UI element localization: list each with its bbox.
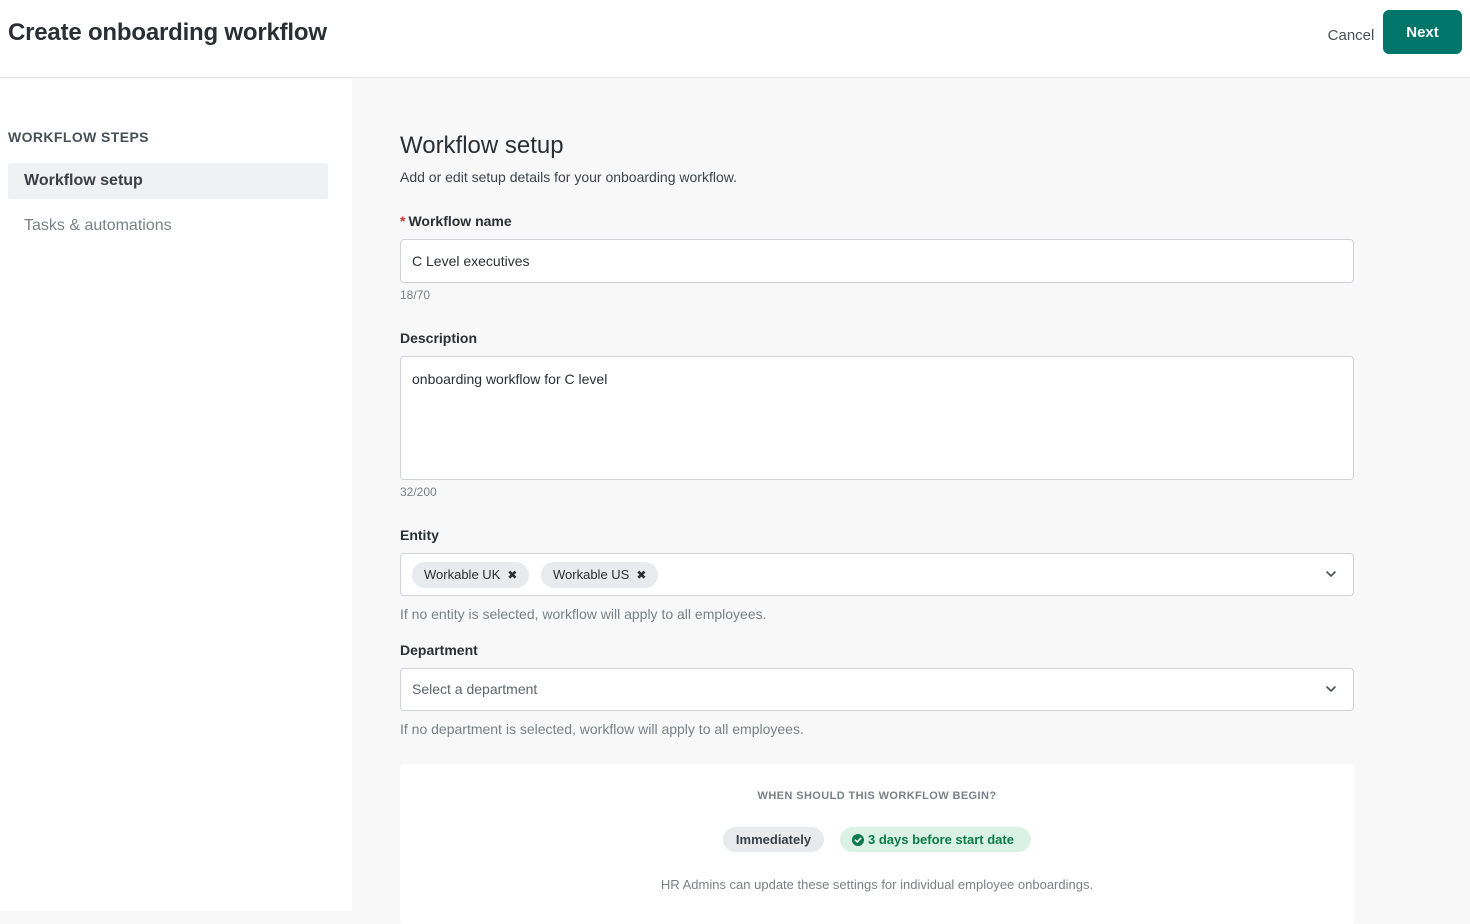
timing-heading: WHEN SHOULD THIS WORKFLOW BEGIN?	[757, 790, 997, 802]
description-counter: 32/200	[400, 485, 437, 499]
timing-option-immediately[interactable]: Immediately	[723, 827, 824, 852]
section-subtitle: Add or edit setup details for your onboa…	[400, 169, 737, 185]
workflow-steps-sidebar: WORKFLOW STEPS Workflow setup Tasks & au…	[0, 79, 352, 911]
close-icon[interactable]: ✖	[507, 568, 517, 582]
timing-option-label: 3 days before start date	[868, 832, 1014, 847]
next-button[interactable]: Next	[1383, 10, 1462, 54]
entity-label: Entity	[400, 527, 439, 543]
chevron-down-icon[interactable]	[1325, 568, 1337, 580]
section-title: Workflow setup	[400, 132, 564, 159]
sidebar-item-tasks-automations[interactable]: Tasks & automations	[8, 208, 328, 244]
department-label: Department	[400, 642, 478, 658]
workflow-name-input[interactable]	[400, 239, 1354, 283]
close-icon[interactable]: ✖	[636, 568, 646, 582]
description-label: Description	[400, 330, 478, 346]
department-select[interactable]: Select a department	[400, 668, 1354, 711]
required-indicator: *	[400, 213, 406, 229]
timing-option-before-start[interactable]: 3 days before start date	[840, 827, 1031, 852]
entity-chip-label: Workable UK	[424, 567, 501, 582]
department-placeholder: Select a department	[412, 681, 538, 697]
page-title: Create onboarding workflow	[8, 19, 327, 46]
workflow-timing-card: WHEN SHOULD THIS WORKFLOW BEGIN? Immedia…	[400, 764, 1354, 924]
entity-select[interactable]: Workable UK ✖ Workable US ✖	[400, 553, 1354, 596]
main-content: Workflow setup Add or edit setup details…	[352, 79, 1470, 924]
department-helper-text: If no department is selected, workflow w…	[400, 721, 804, 737]
page-header: Create onboarding workflow Cancel Next	[0, 0, 1470, 78]
entity-chip-workable-us: Workable US ✖	[541, 562, 659, 588]
entity-chip-label: Workable US	[553, 567, 630, 582]
sidebar-heading: WORKFLOW STEPS	[8, 129, 149, 145]
entity-helper-text: If no entity is selected, workflow will …	[400, 606, 767, 622]
cancel-button[interactable]: Cancel	[1318, 16, 1384, 54]
description-textarea[interactable]: onboarding workflow for C level	[400, 356, 1354, 480]
workflow-name-label-text: Workflow name	[408, 213, 512, 229]
sidebar-item-workflow-setup[interactable]: Workflow setup	[8, 163, 328, 199]
workflow-name-counter: 18/70	[400, 288, 431, 302]
check-circle-icon	[852, 833, 864, 846]
timing-note: HR Admins can update these settings for …	[660, 877, 1094, 892]
chevron-down-icon[interactable]	[1325, 683, 1337, 695]
workflow-name-label: * Workflow name	[400, 213, 512, 229]
entity-chip-workable-uk: Workable UK ✖	[412, 562, 530, 588]
